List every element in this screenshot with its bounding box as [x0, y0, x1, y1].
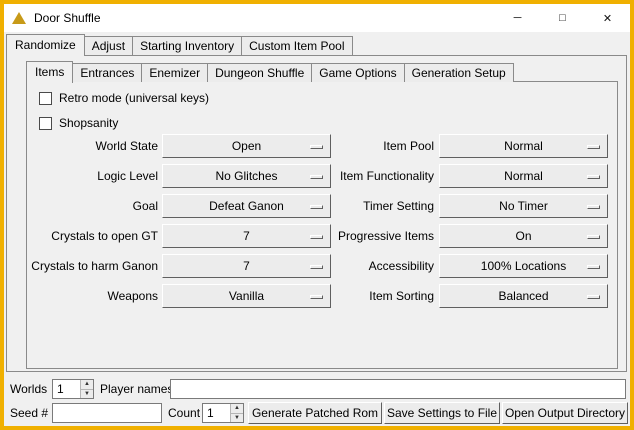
save-settings-button[interactable]: Save Settings to File: [384, 402, 500, 424]
crystals-ganon-label: Crystals to harm Ganon: [27, 254, 158, 278]
tab-enemizer[interactable]: Enemizer: [141, 63, 208, 82]
accessibility-dropdown[interactable]: 100% Locations: [439, 254, 608, 278]
maximize-button[interactable]: □: [540, 4, 585, 32]
tab-game-options[interactable]: Game Options: [311, 63, 404, 82]
client-area: Randomize Adjust Starting Inventory Cust…: [4, 32, 630, 426]
progressive-items-value: On: [515, 229, 531, 243]
close-button[interactable]: ✕: [585, 4, 630, 32]
item-sorting-dropdown[interactable]: Balanced: [439, 284, 608, 308]
timer-setting-value: No Timer: [499, 199, 548, 213]
item-sorting-value: Balanced: [498, 289, 548, 303]
randomize-panel: Items Entrances Enemizer Dungeon Shuffle…: [6, 55, 627, 372]
progressive-items-label: Progressive Items: [234, 224, 434, 248]
weapons-label: Weapons: [27, 284, 158, 308]
app-icon: [12, 11, 28, 25]
progressive-items-dropdown[interactable]: On: [439, 224, 608, 248]
item-pool-label: Item Pool: [234, 134, 434, 158]
outer-tab-bar: Randomize Adjust Starting Inventory Cust…: [6, 34, 353, 55]
open-output-directory-button[interactable]: Open Output Directory: [502, 402, 628, 424]
close-icon: ✕: [603, 12, 612, 25]
crystals-gt-label: Crystals to open GT: [27, 224, 158, 248]
retro-mode-row: Retro mode (universal keys): [39, 90, 209, 106]
item-pool-dropdown[interactable]: Normal: [439, 134, 608, 158]
dropdown-indicator-icon: [587, 145, 600, 149]
inner-tab-bar: Items Entrances Enemizer Dungeon Shuffle…: [26, 61, 514, 82]
retro-mode-label: Retro mode (universal keys): [59, 91, 209, 105]
world-state-label: World State: [27, 134, 158, 158]
count-label: Count: [168, 402, 200, 424]
accessibility-value: 100% Locations: [481, 259, 566, 273]
tab-generation-setup[interactable]: Generation Setup: [404, 63, 514, 82]
player-names-label: Player names: [100, 378, 173, 400]
app-window: Door Shuffle ─ □ ✕ Randomize Adjust Star…: [0, 0, 634, 430]
spin-up-icon[interactable]: ▲: [81, 380, 93, 390]
seed-label: Seed #: [10, 402, 48, 424]
dropdown-indicator-icon: [587, 295, 600, 299]
worlds-label: Worlds: [10, 378, 47, 400]
count-spinner-arrows: ▲ ▼: [230, 404, 243, 422]
shopsanity-row: Shopsanity: [39, 115, 118, 131]
spin-down-icon[interactable]: ▼: [81, 390, 93, 399]
tab-adjust[interactable]: Adjust: [84, 36, 133, 55]
minimize-icon: ─: [514, 12, 522, 24]
item-functionality-value: Normal: [504, 169, 543, 183]
tab-items[interactable]: Items: [26, 61, 73, 83]
worlds-spinner[interactable]: 1 ▲ ▼: [52, 379, 94, 399]
maximize-icon: □: [559, 12, 566, 24]
player-names-input[interactable]: [170, 379, 626, 399]
item-pool-value: Normal: [504, 139, 543, 153]
generate-patched-rom-button[interactable]: Generate Patched Rom: [248, 402, 382, 424]
spin-up-icon[interactable]: ▲: [231, 404, 243, 414]
dropdown-indicator-icon: [587, 175, 600, 179]
tab-dungeon-shuffle[interactable]: Dungeon Shuffle: [207, 63, 312, 82]
dropdown-indicator-icon: [587, 265, 600, 269]
worlds-value: 1: [53, 380, 80, 398]
timer-setting-dropdown[interactable]: No Timer: [439, 194, 608, 218]
item-functionality-label: Item Functionality: [234, 164, 434, 188]
spin-down-icon[interactable]: ▼: [231, 414, 243, 423]
count-value: 1: [203, 404, 230, 422]
retro-mode-checkbox[interactable]: [39, 92, 52, 105]
item-sorting-label: Item Sorting: [234, 284, 434, 308]
seed-input[interactable]: [52, 403, 162, 423]
tab-entrances[interactable]: Entrances: [72, 63, 142, 82]
shopsanity-checkbox[interactable]: [39, 117, 52, 130]
count-spinner[interactable]: 1 ▲ ▼: [202, 403, 244, 423]
minimize-button[interactable]: ─: [495, 4, 540, 32]
worlds-spinner-arrows: ▲ ▼: [80, 380, 93, 398]
timer-setting-label: Timer Setting: [234, 194, 434, 218]
items-panel: Retro mode (universal keys) Shopsanity W…: [26, 81, 618, 369]
window-title: Door Shuffle: [34, 11, 101, 25]
tab-custom-item-pool[interactable]: Custom Item Pool: [241, 36, 352, 55]
item-functionality-dropdown[interactable]: Normal: [439, 164, 608, 188]
accessibility-label: Accessibility: [234, 254, 434, 278]
logic-level-label: Logic Level: [27, 164, 158, 188]
dropdown-indicator-icon: [587, 235, 600, 239]
shopsanity-label: Shopsanity: [59, 116, 118, 130]
titlebar[interactable]: Door Shuffle ─ □ ✕: [4, 4, 630, 32]
window-controls: ─ □ ✕: [495, 4, 630, 32]
dropdown-indicator-icon: [587, 205, 600, 209]
goal-label: Goal: [27, 194, 158, 218]
tab-randomize[interactable]: Randomize: [6, 34, 85, 56]
tab-starting-inventory[interactable]: Starting Inventory: [132, 36, 242, 55]
